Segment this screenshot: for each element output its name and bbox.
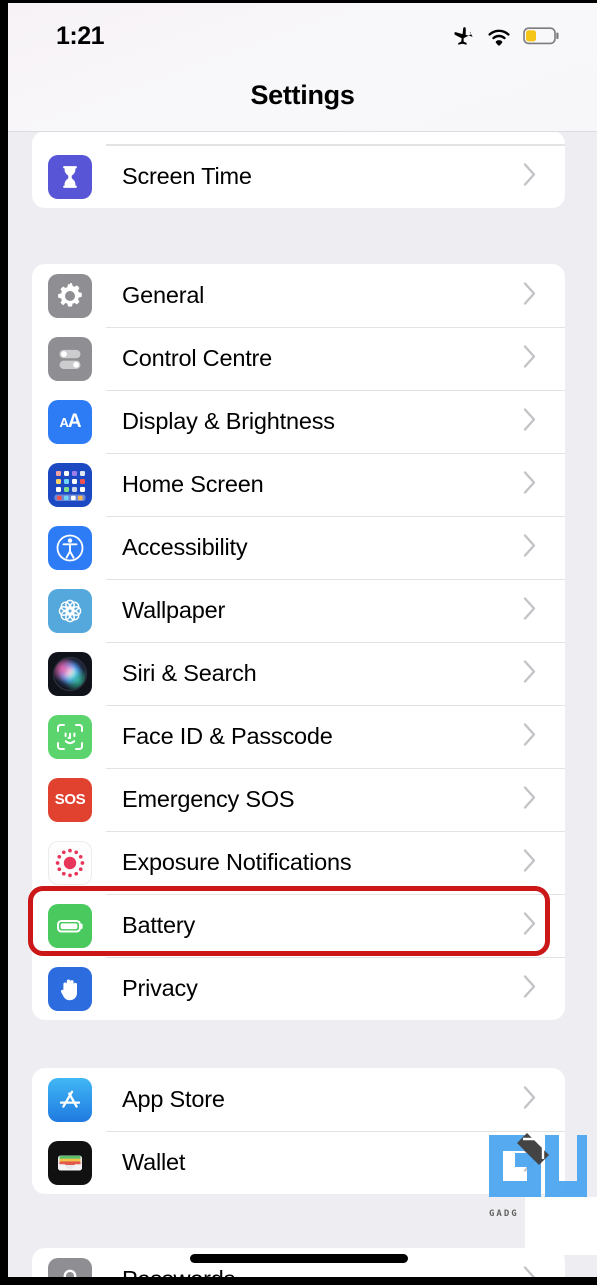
settings-row-general[interactable]: General bbox=[32, 264, 565, 327]
chevron-right-icon bbox=[523, 344, 537, 373]
settings-row-battery[interactable]: Battery bbox=[32, 894, 565, 957]
chevron-right-icon bbox=[523, 162, 537, 191]
settings-row-control-centre[interactable]: Control Centre bbox=[32, 327, 565, 390]
watermark-text: GADG bbox=[489, 1209, 519, 1219]
settings-row-display-brightness[interactable]: AA Display & Brightness bbox=[32, 390, 565, 453]
settings-row-home-screen[interactable]: Home Screen bbox=[32, 453, 565, 516]
hourglass-icon bbox=[48, 154, 92, 199]
chevron-right-icon bbox=[523, 911, 537, 940]
chevron-right-icon bbox=[523, 281, 537, 310]
chevron-right-icon bbox=[523, 596, 537, 625]
settings-row-wallpaper[interactable]: Wallpaper bbox=[32, 579, 565, 642]
settings-row-siri-search[interactable]: Siri & Search bbox=[32, 642, 565, 705]
chevron-right-icon bbox=[523, 785, 537, 814]
chevron-right-icon bbox=[523, 974, 537, 1003]
status-clock: 1:21 bbox=[56, 22, 105, 50]
battery-green-icon bbox=[48, 903, 92, 948]
settings-row-face-id-passcode[interactable]: Face ID & Passcode bbox=[32, 705, 565, 768]
settings-row-app-store[interactable]: App Store bbox=[32, 1068, 565, 1131]
chevron-right-icon bbox=[523, 407, 537, 436]
device-top-edge bbox=[0, 0, 597, 3]
aa-text-icon: AA bbox=[48, 399, 92, 444]
hand-icon bbox=[48, 966, 92, 1011]
settings-row-privacy[interactable]: Privacy bbox=[32, 957, 565, 1020]
settings-row-label: Wallpaper bbox=[122, 597, 226, 623]
chevron-right-icon bbox=[523, 722, 537, 751]
status-icons-group bbox=[452, 24, 561, 52]
settings-scroll-view[interactable]: Screen Time General Control Centre AA Di… bbox=[8, 0, 597, 1285]
chevron-right-icon bbox=[523, 848, 537, 877]
app-grid-icon bbox=[48, 462, 92, 507]
settings-group-screentime: Screen Time bbox=[32, 131, 565, 208]
home-indicator bbox=[189, 1254, 408, 1263]
wifi-icon bbox=[487, 26, 511, 51]
settings-row-label: Accessibility bbox=[122, 534, 248, 560]
page-title: Settings bbox=[250, 80, 355, 110]
partial-row-top bbox=[32, 131, 565, 145]
settings-row-label: Wallet bbox=[122, 1149, 186, 1175]
sos-icon: SOS bbox=[48, 777, 92, 822]
chevron-right-icon bbox=[523, 1085, 537, 1114]
settings-row-label: Privacy bbox=[122, 975, 198, 1001]
settings-row-label: Control Centre bbox=[122, 345, 273, 371]
face-id-icon bbox=[48, 714, 92, 759]
battery-icon bbox=[523, 26, 561, 51]
settings-row-label: General bbox=[122, 282, 205, 308]
watermark-occluder bbox=[525, 1197, 597, 1255]
settings-row-label: Emergency SOS bbox=[122, 786, 295, 812]
device-left-edge bbox=[0, 0, 8, 1285]
chevron-right-icon bbox=[523, 470, 537, 499]
flower-rosette-icon bbox=[48, 588, 92, 633]
app-store-icon bbox=[48, 1077, 92, 1122]
toggles-icon bbox=[48, 336, 92, 381]
exposure-dots-icon bbox=[48, 840, 92, 885]
settings-row-label: App Store bbox=[122, 1086, 225, 1112]
settings-group-system: General Control Centre AA Display & Brig… bbox=[32, 264, 565, 1020]
wallet-icon bbox=[48, 1140, 92, 1185]
iphone-screen: Screen Time General Control Centre AA Di… bbox=[0, 0, 597, 1285]
settings-row-emergency-sos[interactable]: SOS Emergency SOS bbox=[32, 768, 565, 831]
device-bottom-edge bbox=[0, 1277, 597, 1285]
siri-orb-icon bbox=[48, 651, 92, 696]
settings-row-label: Display & Brightness bbox=[122, 408, 335, 434]
settings-row-accessibility[interactable]: Accessibility bbox=[32, 516, 565, 579]
settings-row-label: Face ID & Passcode bbox=[122, 723, 333, 749]
gear-icon bbox=[48, 273, 92, 318]
settings-row-label: Home Screen bbox=[122, 471, 264, 497]
settings-row-label: Siri & Search bbox=[122, 660, 257, 686]
accessibility-person-icon bbox=[48, 525, 92, 570]
settings-row-screen-time[interactable]: Screen Time bbox=[32, 145, 565, 208]
settings-row-exposure-notifications[interactable]: Exposure Notifications bbox=[32, 831, 565, 894]
chevron-right-icon bbox=[523, 659, 537, 688]
settings-row-label: Screen Time bbox=[122, 163, 252, 189]
settings-row-label: Battery bbox=[122, 912, 196, 938]
status-bar: 1:21 bbox=[8, 0, 597, 62]
navigation-header: 1:21 Settings bbox=[8, 0, 597, 132]
chevron-right-icon bbox=[523, 533, 537, 562]
airplane-icon bbox=[452, 24, 475, 52]
settings-row-label: Exposure Notifications bbox=[122, 849, 352, 875]
